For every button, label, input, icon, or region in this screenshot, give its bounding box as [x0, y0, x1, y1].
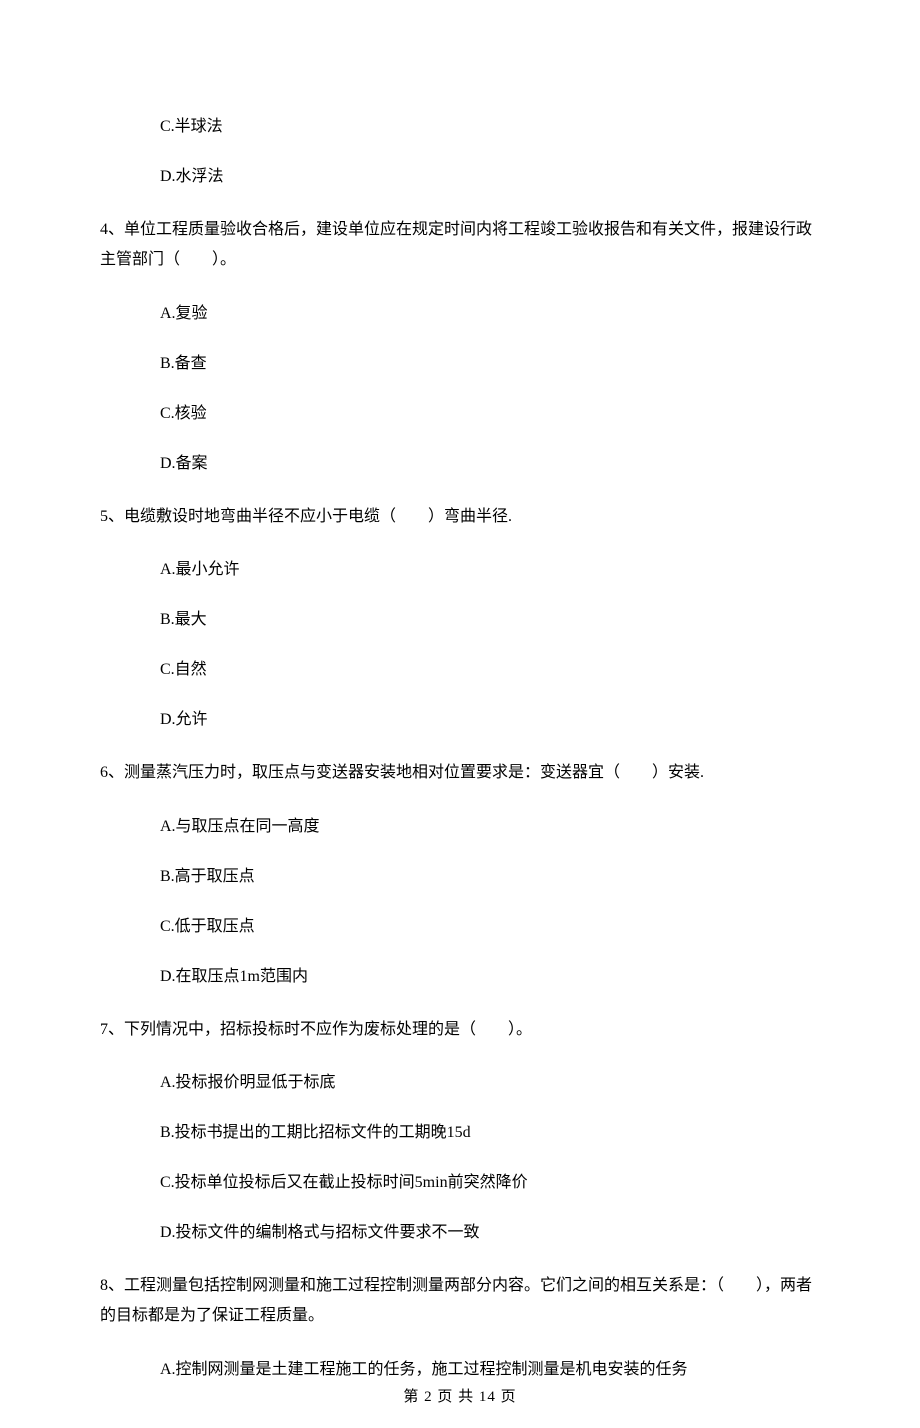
q6-option-b: B.高于取压点	[100, 865, 820, 889]
q4-option-c: C.核验	[100, 402, 820, 426]
q4-stem: 4、单位工程质量验收合格后，建设单位应在规定时间内将工程竣工验收报告和有关文件，…	[100, 215, 820, 276]
q7-stem: 7、下列情况中，招标投标时不应作为废标处理的是（ ）。	[100, 1015, 820, 1045]
q5-stem: 5、电缆敷设时地弯曲半径不应小于电缆（ ）弯曲半径.	[100, 502, 820, 532]
q5-option-d: D.允许	[100, 708, 820, 732]
q6-option-c: C.低于取压点	[100, 915, 820, 939]
q4-option-a: A.复验	[100, 302, 820, 326]
q7-option-a: A.投标报价明显低于标底	[100, 1071, 820, 1095]
document-page: C.半球法 D.水浮法 4、单位工程质量验收合格后，建设单位应在规定时间内将工程…	[0, 0, 920, 1428]
page-footer: 第 2 页 共 14 页	[100, 1386, 820, 1409]
q8-stem: 8、工程测量包括控制网测量和施工过程控制测量两部分内容。它们之间的相互关系是：（…	[100, 1271, 820, 1332]
q7-option-d: D.投标文件的编制格式与招标文件要求不一致	[100, 1221, 820, 1245]
q5-option-b: B.最大	[100, 608, 820, 632]
q7-option-c: C.投标单位投标后又在截止投标时间5min前突然降价	[100, 1171, 820, 1195]
q5-option-a: A.最小允许	[100, 558, 820, 582]
q7-option-b: B.投标书提出的工期比招标文件的工期晚15d	[100, 1121, 820, 1145]
q6-option-d: D.在取压点1m范围内	[100, 965, 820, 989]
q4-option-d: D.备案	[100, 452, 820, 476]
q3-option-d: D.水浮法	[100, 165, 820, 189]
q4-option-b: B.备查	[100, 352, 820, 376]
q3-option-c: C.半球法	[100, 115, 820, 139]
q5-option-c: C.自然	[100, 658, 820, 682]
q6-stem: 6、测量蒸汽压力时，取压点与变送器安装地相对位置要求是：变送器宜（ ）安装.	[100, 758, 820, 788]
q6-option-a: A.与取压点在同一高度	[100, 815, 820, 839]
q8-option-a: A.控制网测量是土建工程施工的任务，施工过程控制测量是机电安装的任务	[100, 1358, 820, 1382]
